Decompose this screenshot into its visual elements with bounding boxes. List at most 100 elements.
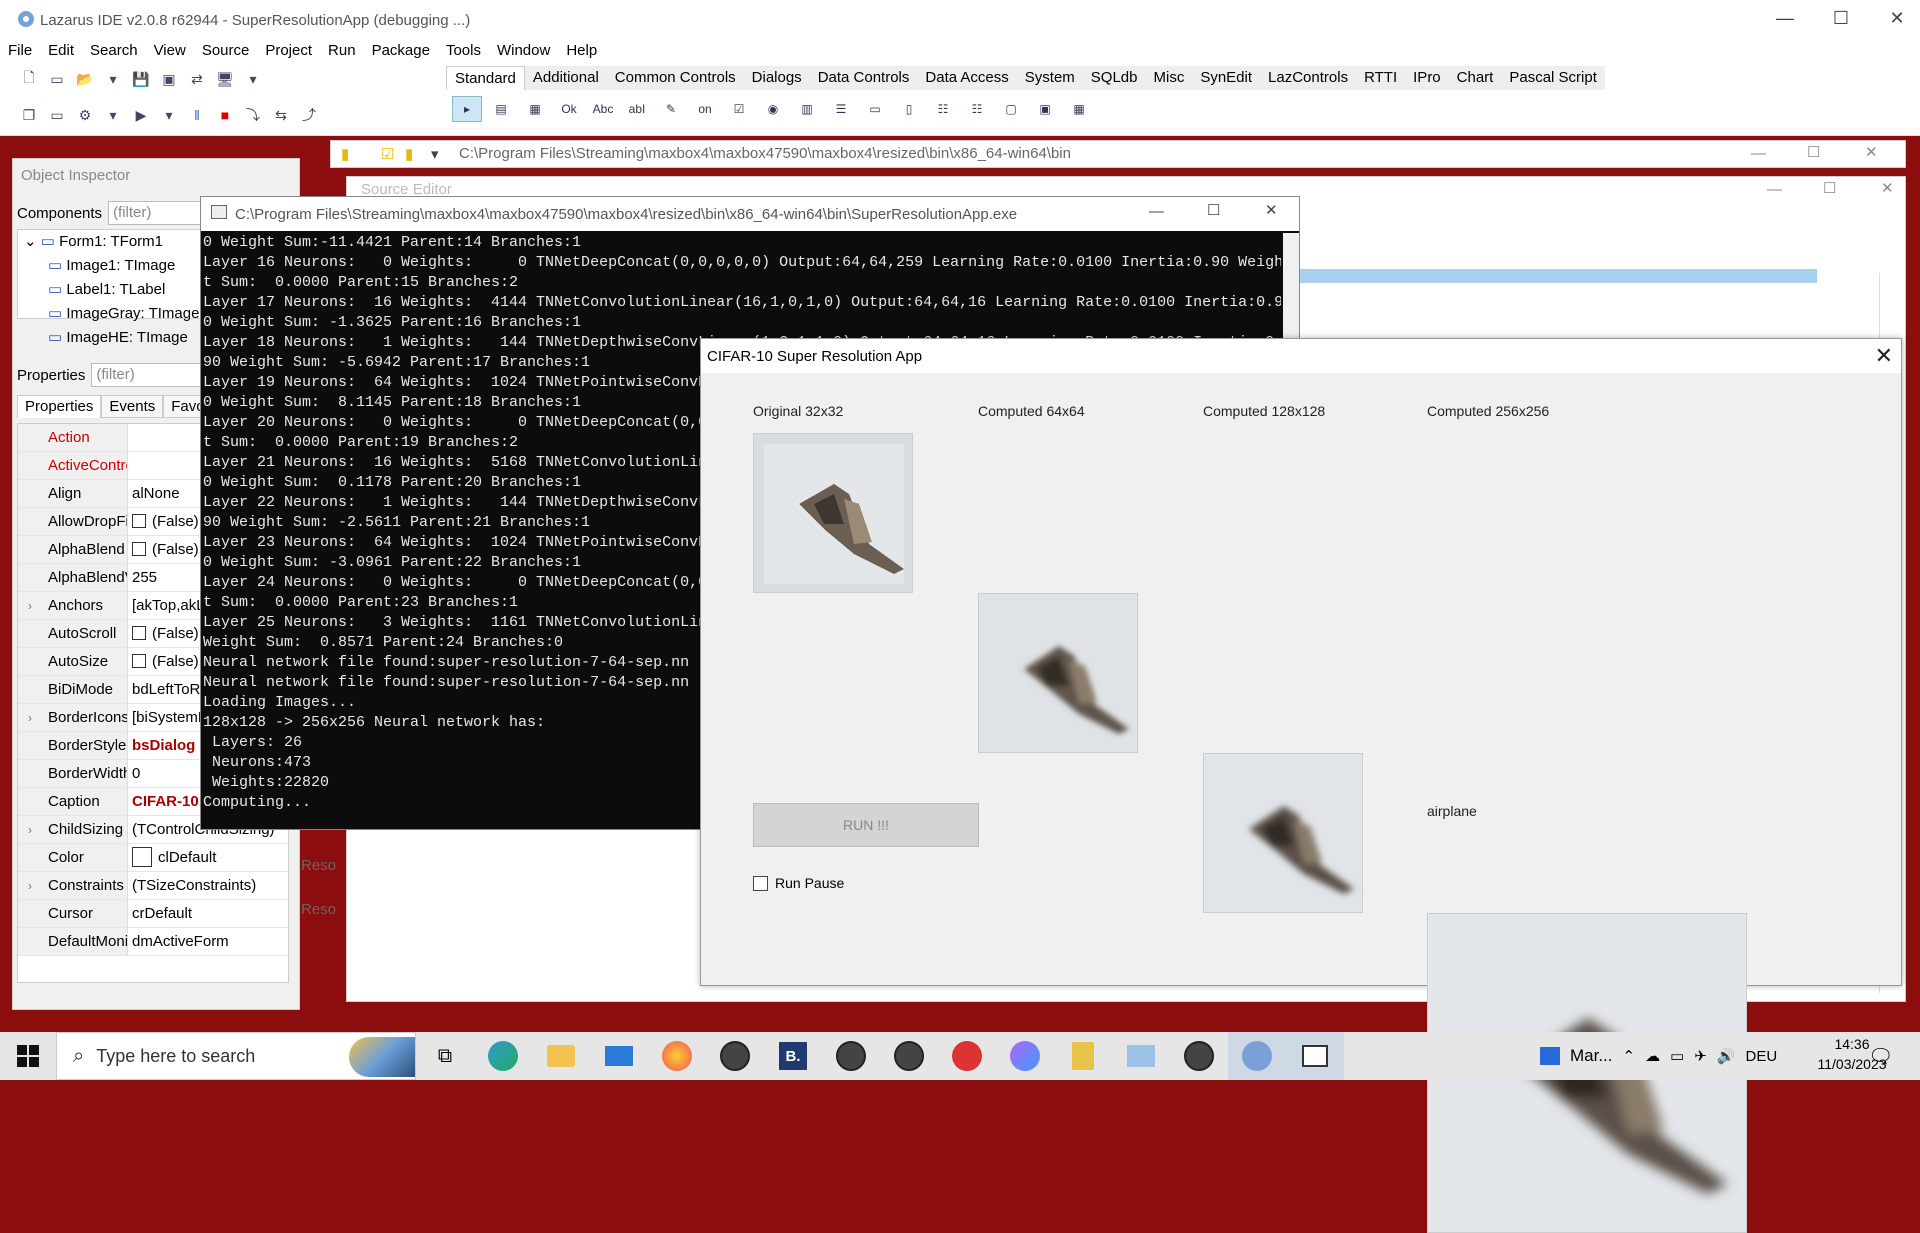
tree-node[interactable]: ▭ ImageGray: TImage [18,302,206,326]
edge-icon[interactable] [474,1032,532,1080]
property-value[interactable]: (TSizeConstraints) [128,872,288,899]
palette-tab-dialogs[interactable]: Dialogs [744,66,810,90]
photos-icon[interactable] [1112,1032,1170,1080]
maximize-icon[interactable]: ☐ [1207,201,1220,219]
close-icon[interactable]: ✕ [1875,343,1893,369]
palette-tab-data-access[interactable]: Data Access [917,66,1016,90]
close-icon[interactable]: ✕ [1865,143,1878,161]
run-button[interactable]: RUN !!! [753,803,979,847]
run-icon[interactable]: ▶ [130,104,152,126]
palette-tab-common-controls[interactable]: Common Controls [607,66,744,90]
network-icon[interactable]: ☁ [1645,1047,1660,1065]
inspector-tab-properties[interactable]: Properties [17,395,102,418]
new-file-icon[interactable]: 🗋 [18,68,40,90]
news-label[interactable]: Mar... [1570,1046,1613,1066]
language-label[interactable]: DEU [1746,1048,1778,1065]
checkbox[interactable] [132,626,146,640]
file-explorer-icon[interactable] [532,1032,590,1080]
palette-tab-ipro[interactable]: IPro [1405,66,1449,90]
maxbox-icon[interactable] [822,1032,880,1080]
view-icon[interactable]: 🖥 [214,68,236,90]
minimize-icon[interactable]: — [1149,203,1164,220]
superres-app-icon[interactable] [1286,1032,1344,1080]
menu-window[interactable]: Window [489,40,558,66]
expand-icon[interactable]: › [28,704,32,731]
palette-component-icon[interactable]: Ok [554,96,584,122]
tree-node[interactable]: ▭ Image1: TImage [18,254,206,278]
dropdown-icon[interactable]: ▾ [158,104,180,126]
menu-search[interactable]: Search [82,40,146,66]
property-value[interactable]: dmActiveForm [128,928,288,955]
minimize-icon[interactable]: — [1767,181,1782,198]
menu-view[interactable]: View [146,40,194,66]
step-into-icon[interactable]: ⤵ [242,104,264,126]
palette-component-icon[interactable]: ☷ [928,96,958,122]
expand-icon[interactable]: › [28,816,32,843]
save-icon[interactable]: 💾 [130,68,152,90]
notifications-icon[interactable]: 🗨 [1868,1044,1893,1069]
menu-project[interactable]: Project [257,40,320,66]
close-icon[interactable]: ✕ [1265,201,1278,219]
palette-tab-system[interactable]: System [1017,66,1083,90]
minimize-icon[interactable]: — [1770,8,1800,29]
volume-icon[interactable]: 🔊 [1717,1047,1736,1065]
palette-tab-chart[interactable]: Chart [1449,66,1502,90]
palette-component-icon[interactable]: ▥ [792,96,822,122]
expand-icon[interactable]: ⌄ [24,233,41,250]
palette-tab-data-controls[interactable]: Data Controls [810,66,918,90]
checkbox[interactable] [132,542,146,556]
maxbox-icon[interactable] [880,1032,938,1080]
tree-node[interactable]: ▭ ImageHE: TImage [18,326,206,350]
palette-tab-rtti[interactable]: RTTI [1356,66,1405,90]
checkbox[interactable] [132,654,146,668]
expand-icon[interactable]: › [28,872,32,899]
tools-icon[interactable] [1054,1032,1112,1080]
palette-component-icon[interactable]: ☷ [962,96,992,122]
palette-tab-misc[interactable]: Misc [1146,66,1193,90]
palette-component-icon[interactable]: ☰ [826,96,856,122]
palette-component-icon[interactable]: ▭ [860,96,890,122]
close-icon[interactable]: ✕ [1882,8,1912,29]
taskbar-search-box[interactable]: ⌕ Type here to search [56,1032,416,1080]
palette-component-icon[interactable]: ▦ [520,96,550,122]
airplane-icon[interactable]: ✈ [1694,1047,1707,1065]
maximize-icon[interactable]: ☐ [1826,8,1856,29]
palette-component-icon[interactable]: on [690,96,720,122]
battery-icon[interactable]: ▭ [1670,1047,1684,1065]
close-icon[interactable]: ✕ [1881,179,1894,197]
b-app-icon[interactable]: B. [764,1032,822,1080]
color-swatch[interactable] [132,847,152,867]
menu-source[interactable]: Source [194,40,258,66]
menu-help[interactable]: Help [558,40,605,66]
toggle-form-icon[interactable]: ⇄ [186,68,208,90]
checkbox-box[interactable] [753,875,768,891]
palette-component-icon[interactable]: abI [622,96,652,122]
properties-filter-input[interactable]: (filter) [91,363,202,387]
menu-file[interactable]: File [0,40,40,66]
palette-component-icon[interactable]: ▯ [894,96,924,122]
news-icon[interactable] [1540,1047,1560,1065]
palette-component-icon[interactable]: ▸ [452,96,482,122]
dropdown-icon[interactable]: ▾ [102,104,124,126]
tree-node[interactable]: ▭ Label1: TLabel [18,278,206,302]
property-row[interactable]: DefaultMonitordmActiveForm [18,928,288,956]
app-icon[interactable] [996,1032,1054,1080]
property-value[interactable]: clDefault [128,844,288,871]
maxbox-icon[interactable] [706,1032,764,1080]
new-form-icon[interactable]: ▭ [46,68,68,90]
property-row[interactable]: › Constraints (TSizeConstraints) [18,872,288,900]
stop-icon[interactable]: ■ [214,104,236,126]
palette-tab-pascal-script[interactable]: Pascal Script [1501,66,1605,90]
expand-icon[interactable]: › [28,592,32,619]
menu-tools[interactable]: Tools [438,40,489,66]
maximize-icon[interactable]: ☐ [1823,179,1836,197]
menu-package[interactable]: Package [364,40,438,66]
property-row[interactable]: Color clDefault [18,844,288,872]
palette-component-icon[interactable]: ▤ [486,96,516,122]
chevron-up-icon[interactable]: ⌃ [1623,1047,1636,1065]
palette-component-icon[interactable]: ◉ [758,96,788,122]
open-icon[interactable]: 📂 [74,68,96,90]
property-value[interactable]: crDefault [128,900,288,927]
mail-icon[interactable] [590,1032,648,1080]
palette-component-icon[interactable]: ✎ [656,96,686,122]
